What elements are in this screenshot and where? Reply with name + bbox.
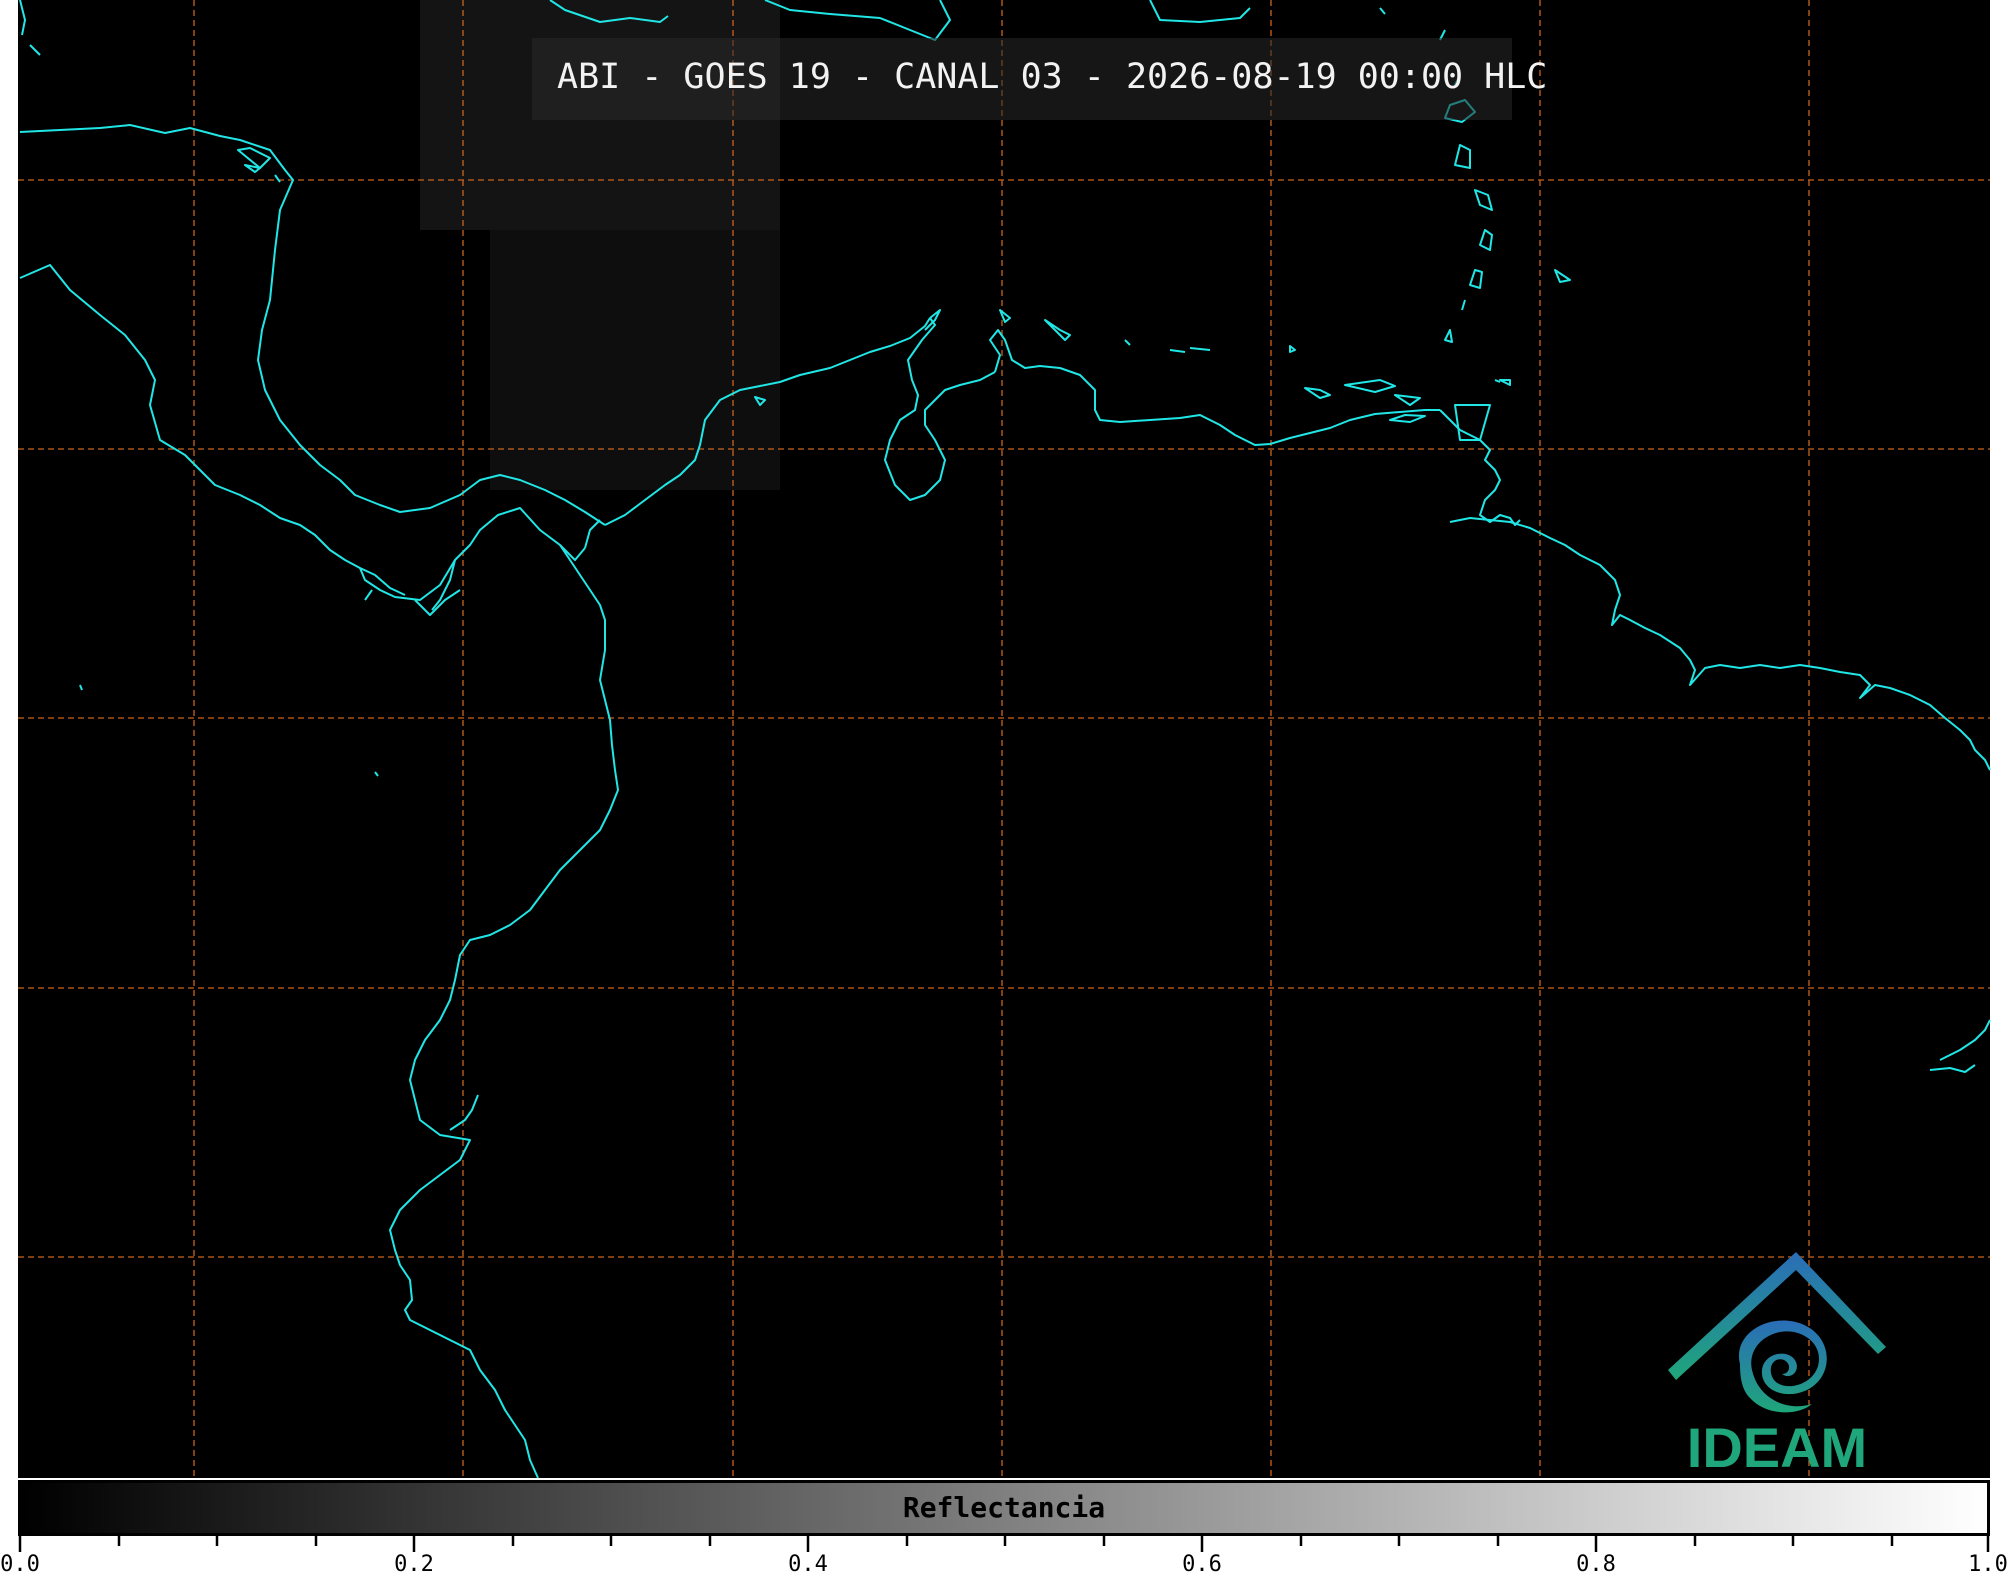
logo-text: IDEAM xyxy=(1686,1416,1868,1479)
colorbar-tick-label: 0.0 xyxy=(0,1552,40,1577)
colorbar-tick-label: 0.6 xyxy=(1182,1552,1222,1577)
colorbar-tick-label: 0.8 xyxy=(1576,1552,1616,1577)
colorbar-tick-label: 0.4 xyxy=(788,1552,828,1577)
colorbar-label: Reflectancia xyxy=(902,1491,1106,1524)
map-title: ABI - GOES 19 - CANAL 03 - 2026-08-19 00… xyxy=(557,57,1548,97)
colorbar-tick-label: 0.2 xyxy=(394,1552,434,1577)
colorbar-tick-label: 1.0 xyxy=(1968,1552,2008,1577)
